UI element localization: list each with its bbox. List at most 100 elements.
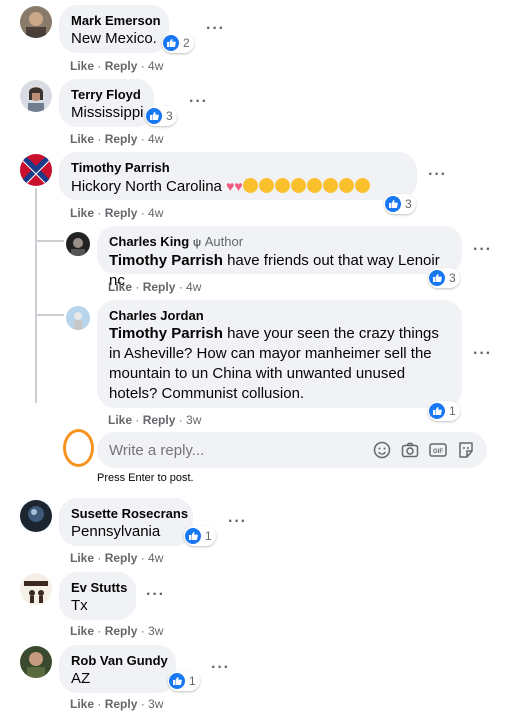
post-hint: Press Enter to post. xyxy=(97,472,194,484)
reaction-count[interactable]: 1 xyxy=(428,401,460,421)
thread-branch xyxy=(36,314,64,316)
comment-author[interactable]: Mark Emerson xyxy=(71,13,161,29)
like-link[interactable]: Like xyxy=(70,132,94,146)
heart-emoji-icon: ♥ xyxy=(226,178,235,194)
avatar[interactable] xyxy=(20,500,52,532)
comment-text: New Mexico. xyxy=(71,30,157,47)
reply-actions: Like · Reply · 3w xyxy=(108,413,202,427)
more-options-icon[interactable]: ··· xyxy=(146,587,165,603)
gif-icon[interactable]: GIF xyxy=(428,440,448,460)
thumbs-up-icon xyxy=(385,196,401,212)
avatar[interactable] xyxy=(66,306,90,330)
comment-actions: Like · Reply · 4w xyxy=(70,59,164,73)
reply-author[interactable]: Charles King ψ Author xyxy=(109,234,450,251)
reaction-count[interactable]: 1 xyxy=(184,526,216,546)
author-badge: Author xyxy=(204,234,244,249)
mention-link[interactable]: Timothy Parrish xyxy=(109,325,223,342)
comment-author[interactable]: Ev Stutts xyxy=(71,580,127,596)
reply-link[interactable]: Reply xyxy=(105,697,138,711)
timestamp[interactable]: 3w xyxy=(186,413,201,427)
comment-bubble: Timothy Parrish Hickory North Carolina ♥… xyxy=(59,152,417,200)
like-link[interactable]: Like xyxy=(70,551,94,565)
like-link[interactable]: Like xyxy=(70,697,94,711)
comment-author[interactable]: Susette Rosecrans xyxy=(71,506,188,522)
avatar[interactable] xyxy=(20,80,52,112)
cowboy-emoji-icons xyxy=(242,178,371,195)
thumbs-up-icon xyxy=(429,270,445,286)
more-options-icon[interactable]: ··· xyxy=(211,660,230,676)
reply-link[interactable]: Reply xyxy=(105,206,138,220)
reply-link[interactable]: Reply xyxy=(143,280,176,294)
more-options-icon[interactable]: ··· xyxy=(428,167,447,183)
timestamp[interactable]: 4w xyxy=(186,280,201,294)
reaction-count[interactable]: 2 xyxy=(162,33,194,53)
reaction-count[interactable]: 3 xyxy=(384,194,416,214)
reaction-count[interactable]: 3 xyxy=(145,106,177,126)
comment-actions: Like · Reply · 4w xyxy=(70,132,164,146)
reply-link[interactable]: Reply xyxy=(143,413,176,427)
comment-actions: Like · Reply · 3w xyxy=(70,624,164,638)
comment-author[interactable]: Timothy Parrish xyxy=(71,160,405,176)
avatar[interactable] xyxy=(20,6,52,38)
like-link[interactable]: Like xyxy=(70,59,94,73)
comment-actions: Like · Reply · 3w xyxy=(70,697,164,711)
reply-text: Timothy Parrish have your seen the crazy… xyxy=(109,325,439,402)
comment-author[interactable]: Terry Floyd xyxy=(71,87,142,103)
comment-actions: Like · Reply · 4w xyxy=(70,206,164,220)
reaction-count[interactable]: 1 xyxy=(168,671,200,691)
comment-text: Hickory North Carolina ♥♥ xyxy=(71,176,405,197)
camera-icon[interactable] xyxy=(400,440,420,460)
timestamp[interactable]: 4w xyxy=(148,206,163,220)
reply-author[interactable]: Charles Jordan xyxy=(109,308,450,324)
thumbs-up-icon xyxy=(185,528,201,544)
more-options-icon[interactable]: ··· xyxy=(473,242,492,258)
timestamp[interactable]: 4w xyxy=(148,551,163,565)
mention-link[interactable]: Timothy Parrish xyxy=(109,252,223,269)
svg-text:GIF: GIF xyxy=(433,449,443,455)
thumbs-up-icon xyxy=(146,108,162,124)
reply-actions: Like · Reply · 4w xyxy=(108,280,202,294)
like-link[interactable]: Like xyxy=(70,206,94,220)
timestamp[interactable]: 3w xyxy=(148,697,163,711)
thumbs-up-icon xyxy=(169,673,185,689)
more-options-icon[interactable]: ··· xyxy=(206,21,225,37)
emoji-icon[interactable] xyxy=(372,440,392,460)
avatar[interactable] xyxy=(20,154,52,186)
reply-bubble: Charles Jordan Timothy Parrish have your… xyxy=(97,300,462,408)
timestamp[interactable]: 4w xyxy=(148,132,163,146)
heart-emoji-icon: ♥ xyxy=(234,178,243,194)
sprout-badge-icon: ψ xyxy=(192,237,202,249)
comment-text: Tx xyxy=(71,597,88,614)
reaction-count[interactable]: 3 xyxy=(428,268,460,288)
reply-link[interactable]: Reply xyxy=(105,551,138,565)
timestamp[interactable]: 4w xyxy=(148,59,163,73)
like-link[interactable]: Like xyxy=(108,413,132,427)
comment-bubble: Susette Rosecrans Pennsylvania xyxy=(59,498,193,546)
reply-input[interactable] xyxy=(109,441,359,459)
more-options-icon[interactable]: ··· xyxy=(189,94,208,110)
thread-line xyxy=(35,188,37,403)
more-options-icon[interactable]: ··· xyxy=(228,514,247,530)
reply-link[interactable]: Reply xyxy=(105,59,138,73)
reply-link[interactable]: Reply xyxy=(105,132,138,146)
comment-author[interactable]: Rob Van Gundy xyxy=(71,653,168,669)
comment-bubble: Terry Floyd Mississippi xyxy=(59,79,154,127)
timestamp[interactable]: 3w xyxy=(148,624,163,638)
sticker-icon[interactable] xyxy=(456,440,476,460)
avatar[interactable] xyxy=(66,232,90,256)
comment-actions: Like · Reply · 4w xyxy=(70,551,164,565)
comment-bubble: Mark Emerson New Mexico. xyxy=(59,5,169,53)
comment-text: Mississippi xyxy=(71,104,144,121)
more-options-icon[interactable]: ··· xyxy=(473,346,492,362)
comment-text: AZ xyxy=(71,670,91,687)
reply-link[interactable]: Reply xyxy=(105,624,138,638)
avatar[interactable] xyxy=(20,646,52,678)
like-link[interactable]: Like xyxy=(108,280,132,294)
comment-bubble: Ev Stutts Tx xyxy=(59,572,136,620)
avatar[interactable] xyxy=(20,573,52,605)
comment-text: Pennsylvania xyxy=(71,523,161,540)
thumbs-up-icon xyxy=(429,403,445,419)
comment-bubble: Rob Van Gundy AZ xyxy=(59,645,176,693)
thread-branch xyxy=(36,240,64,242)
like-link[interactable]: Like xyxy=(70,624,94,638)
